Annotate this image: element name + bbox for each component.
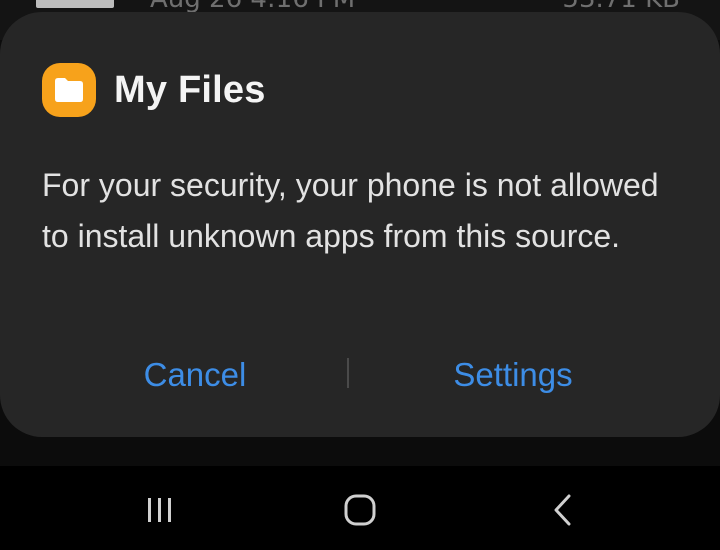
dialog-actions: Cancel Settings <box>0 350 720 400</box>
button-divider <box>347 358 349 388</box>
back-icon[interactable] <box>532 488 592 532</box>
cancel-button[interactable]: Cancel <box>120 350 270 400</box>
dialog-title: My Files <box>114 68 266 111</box>
navigation-bar <box>0 466 720 550</box>
recents-icon[interactable] <box>130 488 190 532</box>
home-icon[interactable] <box>330 488 390 532</box>
dialog-header: My Files <box>42 63 266 117</box>
settings-button[interactable]: Settings <box>430 350 596 400</box>
folder-icon <box>42 63 96 117</box>
file-thumbnail <box>36 0 114 8</box>
security-dialog: My Files For your security, your phone i… <box>0 12 720 437</box>
dialog-message: For your security, your phone is not all… <box>42 167 659 254</box>
screen: Aug 26 4:16 PM 53.71 KB My Files For you… <box>0 0 720 550</box>
